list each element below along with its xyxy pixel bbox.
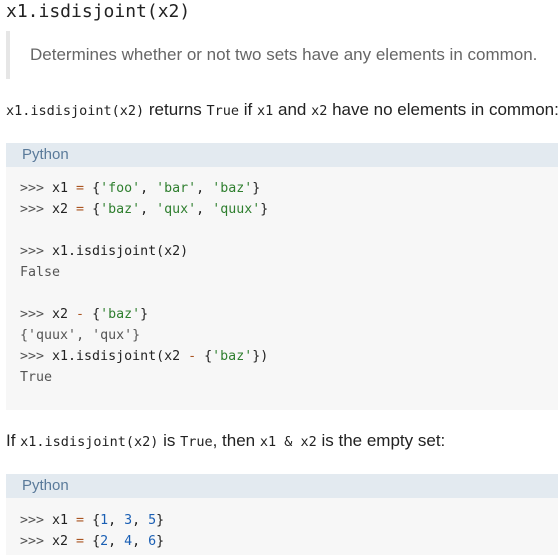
paragraph-text: have no elements in common: (327, 100, 558, 119)
repl-output: { (20, 328, 29, 343)
code-token: x1.isdisjoint(x2 (52, 349, 181, 364)
description-blockquote: Determines whether or not two sets have … (6, 31, 550, 79)
code-block-header: Python (6, 474, 558, 498)
repl-prompt: >>> (20, 513, 53, 528)
section-heading: x1.isdisjoint(x2) (6, 1, 191, 22)
repl-prompt: >>> (20, 307, 53, 322)
paragraph-text: returns (144, 100, 207, 119)
code-number: 6 (148, 534, 157, 549)
code-token: }) (252, 349, 269, 364)
code-token: } (156, 513, 165, 528)
inline-code: x1.isdisjoint(x2) (6, 103, 145, 119)
code-language-label: Python (22, 477, 69, 494)
repl-output: 'quux' (28, 328, 77, 343)
code-token: { (92, 307, 101, 322)
code-token: x2 (52, 307, 69, 322)
code-operator: - (68, 307, 93, 322)
paragraph-text: If (6, 431, 21, 450)
code-token: { (204, 349, 213, 364)
code-operator: = (68, 181, 93, 196)
code-line: >>> x2 - {'baz'} (20, 306, 148, 324)
code-token: x1.isdisjoint(x2) (52, 244, 189, 259)
empty-set-paragraph: If x1.isdisjoint(x2) is True, then x1 & … (6, 430, 445, 453)
code-line: >>> x2 = {2, 4, 6} (20, 533, 164, 551)
repl-prompt: >>> (20, 244, 53, 259)
inline-code: x2 (311, 103, 328, 119)
code-token: { (92, 534, 101, 549)
inline-code: x1.isdisjoint(x2) (20, 434, 159, 450)
code-token: { (92, 181, 101, 196)
repl-output: 'qux' (92, 328, 133, 343)
code-string: 'foo' (100, 181, 141, 196)
inline-code: True (206, 103, 240, 119)
code-line: >>> x1.isdisjoint(x2) (20, 243, 188, 261)
code-token: { (92, 513, 101, 528)
code-token: x2 (52, 202, 69, 217)
code-number: 5 (148, 513, 157, 528)
code-string: 'baz' (100, 202, 141, 217)
code-number: 3 (124, 513, 133, 528)
code-token: x2 (52, 534, 69, 549)
paragraph-text: is (158, 431, 181, 450)
code-token: , (108, 534, 125, 549)
description-text: Determines whether or not two sets have … (30, 45, 538, 64)
code-string: 'qux' (156, 202, 197, 217)
code-line: >>> x1 = {'foo', 'bar', 'baz'} (20, 180, 260, 198)
code-operator: = (68, 534, 93, 549)
repl-prompt: >>> (20, 202, 53, 217)
paragraph-text: if (239, 100, 257, 119)
code-token: } (140, 307, 149, 322)
inline-code: x1 (257, 103, 274, 119)
code-operator: = (68, 513, 93, 528)
code-token: , (132, 513, 149, 528)
code-number: 1 (100, 513, 109, 528)
code-line: True (20, 369, 52, 387)
code-token: , (140, 181, 157, 196)
code-line: >>> x1 = {1, 3, 5} (20, 512, 164, 530)
code-string: 'bar' (156, 181, 197, 196)
code-line: False (20, 264, 60, 282)
code-token: } (156, 534, 165, 549)
paragraph-text: , then (212, 431, 260, 450)
code-token: x1 (52, 513, 69, 528)
code-token: } (252, 181, 261, 196)
code-string: 'quux' (212, 202, 261, 217)
code-block[interactable]: Python >>> x1 = {1, 3, 5} >>> x2 = {2, 4… (6, 474, 558, 555)
repl-output: } (132, 328, 141, 343)
paragraph-text: is the empty set: (316, 431, 446, 450)
code-language-label: Python (22, 146, 69, 163)
code-string: 'baz' (212, 349, 253, 364)
code-block[interactable]: Python >>> x1 = {'foo', 'bar', 'baz'} >>… (6, 143, 558, 410)
code-string: 'baz' (212, 181, 253, 196)
code-line: {'quux', 'qux'} (20, 327, 140, 345)
repl-output: False (20, 265, 61, 280)
repl-prompt: >>> (20, 181, 53, 196)
repl-prompt: >>> (20, 349, 53, 364)
inline-code: True (180, 434, 213, 450)
code-token: , (196, 181, 213, 196)
code-token: , (196, 202, 213, 217)
code-token: , (132, 534, 149, 549)
paragraph-text: and (273, 100, 312, 119)
inline-code: x1 & x2 (259, 434, 317, 450)
code-number: 2 (100, 534, 109, 549)
code-token: x1 (52, 181, 69, 196)
code-operator: = (68, 202, 93, 217)
repl-prompt: >>> (20, 534, 53, 549)
code-token: { (92, 202, 101, 217)
code-token: , (108, 513, 125, 528)
code-operator: - (180, 349, 205, 364)
repl-output: , (76, 328, 93, 343)
intro-paragraph: x1.isdisjoint(x2) returns True if x1 and… (6, 99, 558, 122)
code-string: 'baz' (100, 307, 141, 322)
code-block-header: Python (6, 143, 558, 167)
code-line: >>> x2 = {'baz', 'qux', 'quux'} (20, 201, 268, 219)
repl-output: True (20, 370, 53, 385)
code-line: >>> x1.isdisjoint(x2 - {'baz'}) (20, 348, 268, 366)
code-token: } (260, 202, 269, 217)
code-number: 4 (124, 534, 133, 549)
code-token: , (140, 202, 157, 217)
